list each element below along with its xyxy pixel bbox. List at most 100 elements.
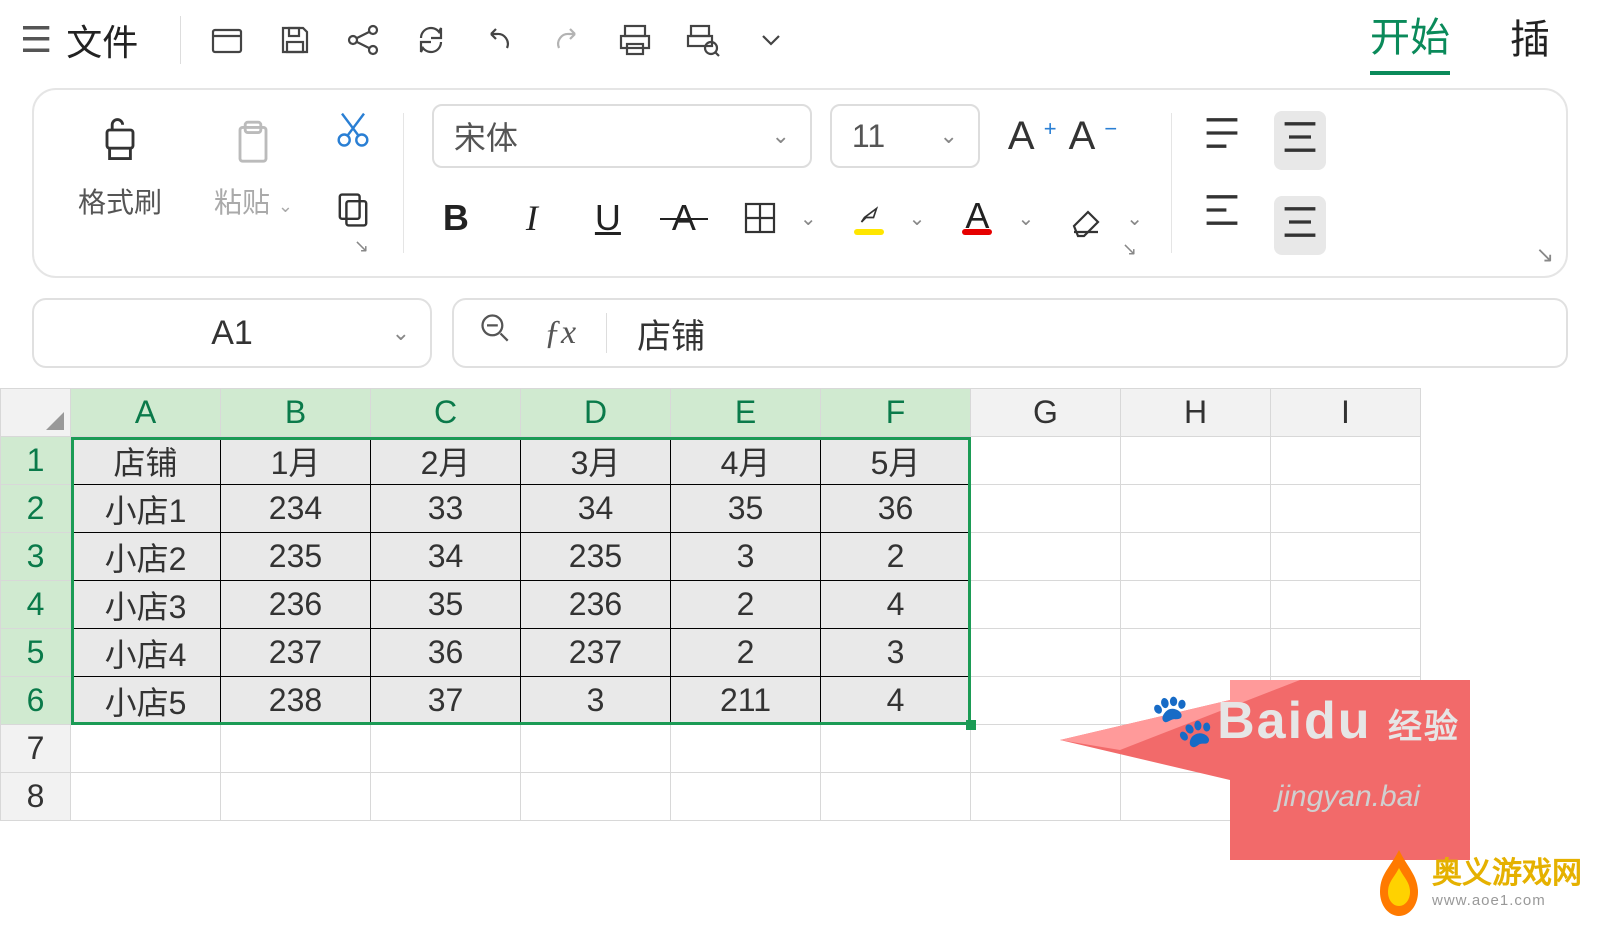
font-color-button[interactable]: A [953, 194, 1001, 242]
font-expand-icon[interactable]: ↘ [1122, 239, 1137, 260]
underline-button[interactable]: U [584, 194, 632, 242]
cell[interactable] [371, 725, 521, 773]
column-header[interactable]: B [221, 389, 371, 437]
column-header[interactable]: E [671, 389, 821, 437]
cell[interactable]: 4月 [671, 437, 821, 485]
cell[interactable] [1271, 629, 1421, 677]
fx-icon[interactable]: ƒx [544, 314, 576, 352]
row-header[interactable]: 1 [1, 437, 71, 485]
column-header[interactable]: A [71, 389, 221, 437]
cell[interactable]: 34 [371, 533, 521, 581]
cell[interactable] [671, 725, 821, 773]
cell[interactable]: 236 [221, 581, 371, 629]
cell[interactable]: 5月 [821, 437, 971, 485]
row-header[interactable]: 8 [1, 773, 71, 821]
highlight-button[interactable] [845, 194, 893, 242]
cell[interactable]: 237 [521, 629, 671, 677]
row-header[interactable]: 4 [1, 581, 71, 629]
cell[interactable]: 3 [821, 629, 971, 677]
cell[interactable] [971, 485, 1121, 533]
print-preview-icon[interactable] [677, 14, 729, 66]
column-header[interactable]: F [821, 389, 971, 437]
font-size-select[interactable]: 11 ⌄ [830, 104, 980, 168]
increase-font-button[interactable]: A+ [998, 114, 1041, 159]
formula-bar[interactable]: ƒx 店铺 [452, 298, 1568, 368]
cell[interactable] [521, 725, 671, 773]
align-left-icon[interactable] [1200, 188, 1244, 239]
cell[interactable] [971, 437, 1121, 485]
italic-button[interactable]: I [508, 194, 556, 242]
tab-start[interactable]: 开始 [1370, 5, 1450, 75]
align-top-icon[interactable] [1200, 111, 1244, 162]
dropdown-icon[interactable] [745, 14, 797, 66]
save-icon[interactable] [269, 14, 321, 66]
cell[interactable]: 33 [371, 485, 521, 533]
cell[interactable] [1271, 437, 1421, 485]
cell[interactable] [1271, 581, 1421, 629]
eraser-button[interactable] [1062, 194, 1110, 242]
cell[interactable]: 店铺 [71, 437, 221, 485]
row-header[interactable]: 5 [1, 629, 71, 677]
chevron-down-icon[interactable]: ⌄ [909, 206, 926, 231]
paste-button[interactable]: 粘贴 ⌄ [200, 107, 307, 231]
select-all-corner[interactable] [1, 389, 71, 437]
cell[interactable]: 238 [221, 677, 371, 725]
cell[interactable]: 小店3 [71, 581, 221, 629]
font-name-select[interactable]: 宋体 ⌄ [432, 104, 812, 168]
cell[interactable] [971, 629, 1121, 677]
cell[interactable]: 4 [821, 581, 971, 629]
cell[interactable]: 36 [371, 629, 521, 677]
chevron-down-icon[interactable]: ⌄ [1126, 206, 1143, 231]
cell[interactable]: 2 [671, 581, 821, 629]
cell[interactable] [971, 533, 1121, 581]
cell[interactable]: 234 [221, 485, 371, 533]
cell[interactable]: 34 [521, 485, 671, 533]
cell[interactable] [1121, 437, 1271, 485]
align-middle-icon[interactable] [1274, 111, 1326, 170]
cell[interactable]: 2月 [371, 437, 521, 485]
cell[interactable]: 2 [821, 533, 971, 581]
cell[interactable]: 236 [521, 581, 671, 629]
cell[interactable]: 35 [671, 485, 821, 533]
cell[interactable] [71, 773, 221, 821]
cell[interactable]: 小店2 [71, 533, 221, 581]
cell[interactable] [1121, 533, 1271, 581]
tab-insert[interactable]: 插 [1510, 7, 1550, 73]
cell[interactable]: 4 [821, 677, 971, 725]
menu-icon[interactable]: ☰ [20, 19, 52, 61]
cell[interactable]: 37 [371, 677, 521, 725]
column-header[interactable]: C [371, 389, 521, 437]
clipboard-expand-icon[interactable]: ↘ [354, 236, 369, 257]
cell[interactable] [371, 773, 521, 821]
chevron-down-icon[interactable]: ⌄ [800, 206, 817, 231]
row-header[interactable]: 6 [1, 677, 71, 725]
cell[interactable] [1121, 485, 1271, 533]
cell[interactable] [1121, 581, 1271, 629]
decrease-font-button[interactable]: A− [1059, 114, 1102, 159]
column-header[interactable]: H [1121, 389, 1271, 437]
print-icon[interactable] [609, 14, 661, 66]
borders-button[interactable] [736, 194, 784, 242]
cell[interactable] [521, 773, 671, 821]
cell[interactable]: 小店1 [71, 485, 221, 533]
strikethrough-button[interactable]: A [660, 194, 708, 242]
cell[interactable] [1271, 533, 1421, 581]
cell[interactable]: 211 [671, 677, 821, 725]
open-icon[interactable] [201, 14, 253, 66]
cell[interactable] [1271, 485, 1421, 533]
column-header[interactable]: I [1271, 389, 1421, 437]
cell[interactable] [71, 725, 221, 773]
cut-icon[interactable] [331, 107, 375, 158]
cell[interactable]: 1月 [221, 437, 371, 485]
name-box[interactable]: A1 ⌄ [32, 298, 432, 368]
cell[interactable]: 3 [521, 677, 671, 725]
undo-icon[interactable] [473, 14, 525, 66]
align-center-icon[interactable] [1274, 196, 1326, 255]
cell[interactable] [971, 581, 1121, 629]
cell[interactable] [671, 773, 821, 821]
column-header[interactable]: G [971, 389, 1121, 437]
cell[interactable]: 3月 [521, 437, 671, 485]
chevron-down-icon[interactable]: ⌄ [1017, 206, 1034, 231]
row-header[interactable]: 7 [1, 725, 71, 773]
cell[interactable]: 235 [221, 533, 371, 581]
